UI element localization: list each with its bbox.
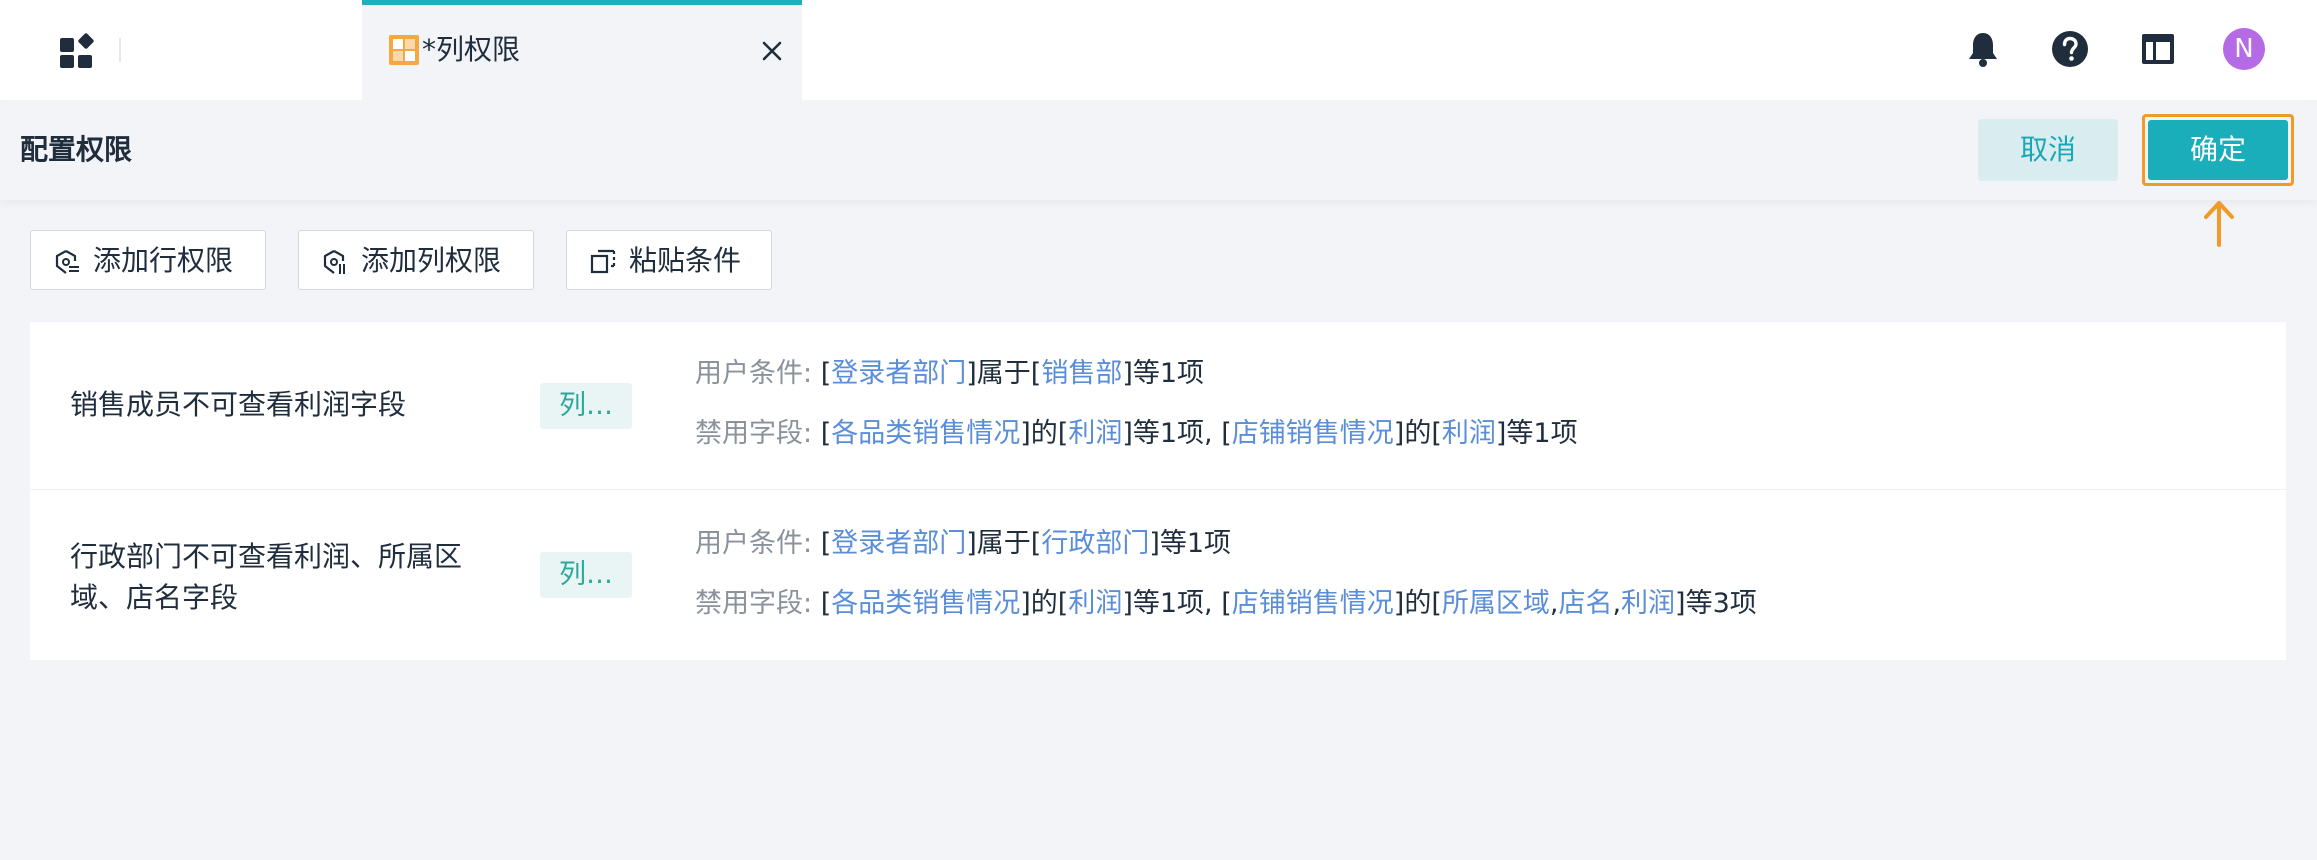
paste-icon xyxy=(590,249,616,274)
condition-field-link[interactable]: 登录者部门 xyxy=(831,528,966,559)
app-grid-icon[interactable] xyxy=(58,32,96,70)
top-bar: *列权限 N xyxy=(0,0,2317,100)
add-column-permission-label: 添加列权限 xyxy=(361,244,502,277)
tab-column-permission[interactable]: *列权限 xyxy=(362,0,802,100)
rule-type-tag: 列… xyxy=(540,552,632,598)
add-row-permission-label: 添加行权限 xyxy=(93,244,234,277)
column-permission-icon xyxy=(323,250,345,274)
forbidden-fields: 禁用字段: [各品类销售情况]的[利润]等1项, [店铺销售情况]的[所属区域,… xyxy=(695,588,1757,619)
add-column-permission-button[interactable]: 添加列权限 xyxy=(298,230,534,290)
table-link[interactable]: 店铺销售情况 xyxy=(1232,588,1394,619)
layout-icon[interactable] xyxy=(2137,28,2179,70)
paste-condition-label: 粘贴条件 xyxy=(629,244,742,277)
paste-condition-button[interactable]: 粘贴条件 xyxy=(566,230,772,290)
close-icon[interactable] xyxy=(758,37,786,65)
confirm-button[interactable]: 确定 xyxy=(2148,120,2288,180)
condition-value-link[interactable]: 销售部 xyxy=(1041,358,1122,389)
list-item[interactable]: 行政部门不可查看利润、所属区域、店名字段 列… 用户条件: [登录者部门]属于[… xyxy=(30,490,2286,660)
table-link[interactable]: 店铺销售情况 xyxy=(1232,418,1394,449)
page-header: 配置权限 取消 确定 xyxy=(0,100,2317,200)
bell-icon[interactable] xyxy=(1962,28,2004,70)
cancel-button[interactable]: 取消 xyxy=(1978,119,2118,181)
rule-name: 行政部门不可查看利润、所属区域、店名字段 xyxy=(70,540,463,614)
field-link[interactable]: 店名 xyxy=(1558,588,1612,619)
field-link[interactable]: 利润 xyxy=(1068,588,1122,619)
field-link[interactable]: 利润 xyxy=(1068,418,1122,449)
permission-rule-list: 销售成员不可查看利润字段 列… 用户条件: [登录者部门]属于[销售部]等1项 … xyxy=(30,322,2286,660)
field-link[interactable]: 利润 xyxy=(1621,588,1675,619)
user-condition: 用户条件: [登录者部门]属于[行政部门]等1项 xyxy=(695,528,1232,559)
table-icon xyxy=(389,35,419,65)
condition-field-link[interactable]: 登录者部门 xyxy=(831,358,966,389)
rule-name: 销售成员不可查看利润字段 xyxy=(70,388,407,421)
tab-label: *列权限 xyxy=(422,33,521,66)
table-link[interactable]: 各品类销售情况 xyxy=(831,418,1020,449)
field-link[interactable]: 所属区域 xyxy=(1442,588,1550,619)
row-permission-icon xyxy=(55,250,79,274)
arrow-up-icon xyxy=(2204,201,2234,247)
forbidden-fields: 禁用字段: [各品类销售情况]的[利润]等1项, [店铺销售情况]的[利润]等1… xyxy=(695,418,1578,449)
rule-type-tag: 列… xyxy=(540,383,632,429)
avatar[interactable]: N xyxy=(2223,28,2265,70)
user-condition: 用户条件: [登录者部门]属于[销售部]等1项 xyxy=(695,358,1205,389)
field-link[interactable]: 利润 xyxy=(1442,418,1496,449)
condition-value-link[interactable]: 行政部门 xyxy=(1041,528,1149,559)
topbar-divider xyxy=(119,38,121,62)
add-row-permission-button[interactable]: 添加行权限 xyxy=(30,230,266,290)
help-icon[interactable] xyxy=(2049,28,2091,70)
confirm-button-highlight: 确定 xyxy=(2142,114,2294,186)
table-link[interactable]: 各品类销售情况 xyxy=(831,588,1020,619)
list-item[interactable]: 销售成员不可查看利润字段 列… 用户条件: [登录者部门]属于[销售部]等1项 … xyxy=(30,322,2286,490)
page-title: 配置权限 xyxy=(20,133,133,166)
